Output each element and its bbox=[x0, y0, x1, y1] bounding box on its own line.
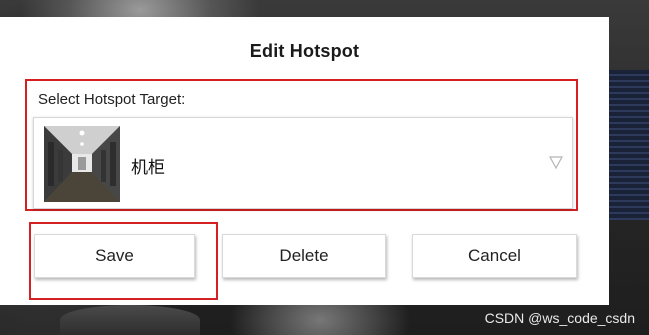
background-floor-object bbox=[60, 305, 200, 335]
watermark: CSDN @ws_code_csdn bbox=[484, 310, 635, 326]
save-button[interactable]: Save bbox=[34, 234, 195, 278]
triangle-down-icon[interactable] bbox=[548, 154, 564, 170]
dialog-title: Edit Hotspot bbox=[249, 41, 360, 61]
hotspot-target-highlight: Select Hotspot Target: 机柜 bbox=[25, 79, 578, 211]
hotspot-target-select[interactable]: 机柜 bbox=[33, 117, 573, 209]
delete-button[interactable]: Delete bbox=[222, 234, 386, 278]
target-thumbnail bbox=[44, 126, 120, 202]
target-label: Select Hotspot Target: bbox=[38, 91, 186, 108]
selected-target-name: 机柜 bbox=[131, 158, 165, 178]
edit-hotspot-dialog: Edit Hotspot Select Hotspot Target: 机柜 S… bbox=[0, 17, 609, 305]
cancel-button[interactable]: Cancel bbox=[412, 234, 577, 278]
background-server-rack bbox=[609, 70, 649, 220]
